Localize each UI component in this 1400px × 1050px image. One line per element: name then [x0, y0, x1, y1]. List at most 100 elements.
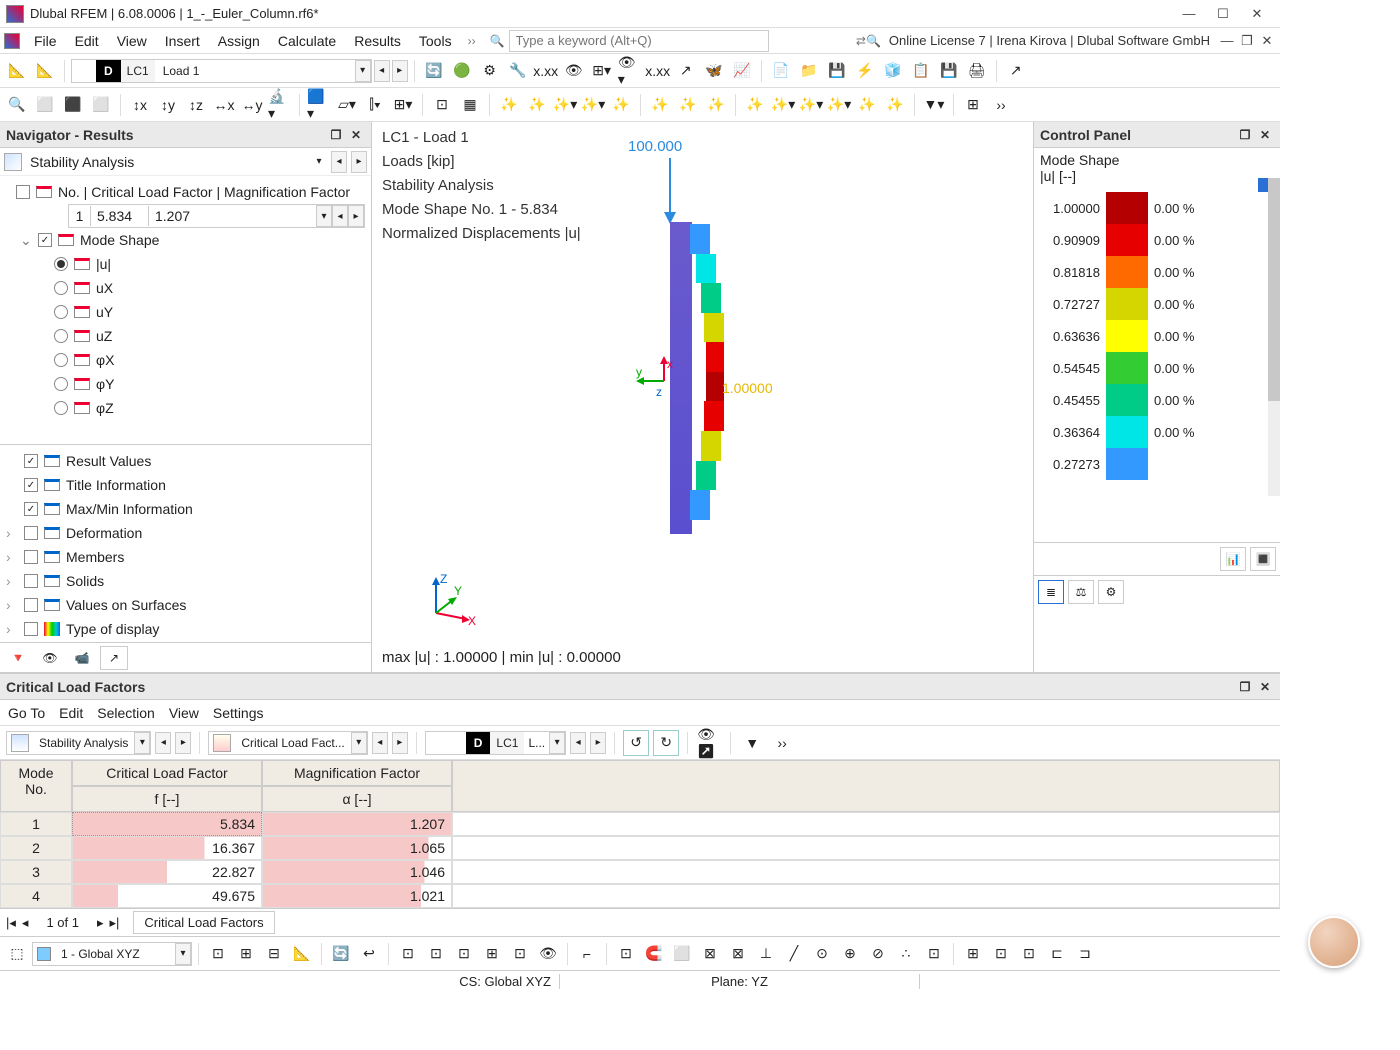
nav-tab-views-icon[interactable]: 👁: [36, 646, 64, 670]
bottom-icon-10[interactable]: ⊡: [451, 941, 477, 967]
toolbar-icon-3[interactable]: 🔧: [505, 58, 531, 84]
toolbar2-icon-6[interactable]: ↕y: [155, 92, 181, 118]
cell-mag[interactable]: 1.046: [262, 860, 452, 884]
doc-minimize-button[interactable]: —: [1218, 32, 1236, 50]
menu-results[interactable]: Results: [346, 30, 409, 52]
menu-calculate[interactable]: Calculate: [270, 30, 344, 52]
radio-icon[interactable]: [54, 257, 68, 271]
toolbar-icon-0[interactable]: 🔄: [421, 58, 447, 84]
bottom-icon-6[interactable]: ↩: [356, 941, 382, 967]
assistant-avatar[interactable]: [1308, 916, 1360, 968]
toolbar-icon-15[interactable]: 💾: [824, 58, 850, 84]
checkbox[interactable]: [24, 550, 38, 564]
toolbar2-icon-20[interactable]: ✨: [496, 92, 522, 118]
table-menu-go-to[interactable]: Go To: [8, 705, 45, 721]
lc-next-button[interactable]: ▸: [590, 732, 606, 754]
chevron-down-icon[interactable]: ▾: [134, 732, 150, 754]
doc-close-button[interactable]: ✕: [1258, 32, 1276, 50]
toolbar-icon-4[interactable]: x.xx: [533, 58, 559, 84]
checkbox[interactable]: [24, 622, 38, 636]
row-no[interactable]: 4: [0, 884, 72, 908]
table-result-combo[interactable]: Critical Load Fact... ▾: [208, 731, 367, 755]
toolbar2-icon-13[interactable]: ▱▾: [334, 92, 360, 118]
search-input[interactable]: [509, 30, 769, 52]
row-no[interactable]: 3: [0, 860, 72, 884]
bottom-icon-1[interactable]: ⊞: [233, 941, 259, 967]
toolbar2-icon-9[interactable]: ↔y: [239, 92, 265, 118]
view-mode-icon[interactable]: 👁↗: [696, 730, 722, 756]
nav-tab-video-icon[interactable]: 📹: [68, 646, 96, 670]
mode-option-φX[interactable]: φX: [6, 348, 365, 372]
table-menu-selection[interactable]: Selection: [97, 705, 155, 721]
lc-prev-button[interactable]: ◂: [570, 732, 586, 754]
bottom-icon-32[interactable]: ⊡: [1016, 941, 1042, 967]
bottom-icon-30[interactable]: ⊞: [960, 941, 986, 967]
toolbar2-icon-32[interactable]: ✨▾: [798, 92, 824, 118]
toolbar-icon-7[interactable]: 👁▾: [617, 58, 643, 84]
cell-clf[interactable]: 49.675: [72, 884, 262, 908]
toolbar2-icon-14[interactable]: ⫿▾: [362, 92, 388, 118]
menu-tools[interactable]: Tools: [411, 30, 460, 52]
toolbar2-icon-17[interactable]: ⊡: [429, 92, 455, 118]
display-option[interactable]: ›Members: [6, 545, 365, 569]
sync-view-icon[interactable]: ↻: [653, 730, 679, 756]
nav-tab-data-icon[interactable]: 🔻: [4, 646, 32, 670]
display-option[interactable]: ›Values on Surfaces: [6, 593, 365, 617]
toolbar-icon-14[interactable]: 📁: [796, 58, 822, 84]
toolbar-icon-6[interactable]: ⊞▾: [589, 58, 615, 84]
toolbar-icon-1[interactable]: 🟢: [449, 58, 475, 84]
row-next-button[interactable]: ▸: [348, 205, 364, 227]
chevron-down-icon[interactable]: ▾: [351, 732, 367, 754]
legend-tab-colors-icon[interactable]: ≣: [1038, 580, 1064, 604]
toolbar-icon-2[interactable]: ⚙: [477, 58, 503, 84]
bottom-icon-31[interactable]: ⊡: [988, 941, 1014, 967]
toolbar2-icon-8[interactable]: ↔x: [211, 92, 237, 118]
results-grid[interactable]: ModeNo.Critical Load FactorMagnification…: [0, 760, 1280, 908]
category-next-button[interactable]: ▸: [351, 151, 367, 173]
bottom-icon-19[interactable]: ⬜: [669, 941, 695, 967]
legend-edit-icon[interactable]: 📊: [1220, 547, 1246, 571]
cell-clf[interactable]: 22.827: [72, 860, 262, 884]
bottom-icon-12[interactable]: ⊡: [507, 941, 533, 967]
category-next-button[interactable]: ▸: [175, 732, 191, 754]
bottom-icon-2[interactable]: ⊟: [261, 941, 287, 967]
legend-scrollbar[interactable]: [1268, 178, 1280, 496]
toolbar2-icon-10[interactable]: 🔬▾: [267, 92, 293, 118]
toolbar2-icon-26[interactable]: ✨: [647, 92, 673, 118]
legend-toggle-icon[interactable]: 🔳: [1250, 547, 1276, 571]
toolbar2-icon-40[interactable]: ››: [988, 92, 1014, 118]
mode-option-|u|[interactable]: |u|: [6, 252, 365, 276]
tree-checkbox[interactable]: [16, 185, 30, 199]
expand-icon[interactable]: ›: [6, 573, 18, 589]
3d-viewport[interactable]: LC1 - Load 1 Loads [kip] Stability Analy…: [372, 122, 1033, 672]
bottom-icon-22[interactable]: ⊥: [753, 941, 779, 967]
loadcase-selector[interactable]: D LC1 Load 1 ▾: [71, 59, 372, 83]
toolbar2-icon-15[interactable]: ⊞▾: [390, 92, 416, 118]
toolbar2-icon-5[interactable]: ↕x: [127, 92, 153, 118]
toolbar2-icon-12[interactable]: 🟦▾: [306, 92, 332, 118]
chevron-down-icon[interactable]: ▾: [549, 732, 565, 754]
row-dropdown-icon[interactable]: ▾: [316, 205, 332, 227]
category-prev-button[interactable]: ◂: [155, 732, 171, 754]
cell-clf[interactable]: 16.367: [72, 836, 262, 860]
maximize-button[interactable]: ☐: [1206, 3, 1240, 25]
toolbar-overflow-icon[interactable]: ››: [769, 730, 795, 756]
mode-option-uY[interactable]: uY: [6, 300, 365, 324]
bottom-icon-15[interactable]: ⌐: [574, 941, 600, 967]
radio-icon[interactable]: [54, 401, 68, 415]
radio-icon[interactable]: [54, 281, 68, 295]
display-option[interactable]: ✓Result Values: [6, 449, 365, 473]
page-first-button[interactable]: |◂: [6, 915, 16, 931]
checkbox[interactable]: [24, 526, 38, 540]
bottom-icon-5[interactable]: 🔄: [328, 941, 354, 967]
cell-mag[interactable]: 1.021: [262, 884, 452, 908]
cell-mag[interactable]: 1.207: [262, 812, 452, 836]
menu-edit[interactable]: Edit: [67, 30, 107, 52]
toolbar2-icon-30[interactable]: ✨: [742, 92, 768, 118]
toolbar2-icon-24[interactable]: ✨: [608, 92, 634, 118]
toolbar2-icon-18[interactable]: ▦: [457, 92, 483, 118]
toolbar-icon-19[interactable]: 💾: [936, 58, 962, 84]
doc-restore-button[interactable]: ❐: [1238, 32, 1256, 50]
toolbar2-icon-39[interactable]: ⊞: [960, 92, 986, 118]
page-prev-button[interactable]: ◂: [22, 915, 29, 931]
